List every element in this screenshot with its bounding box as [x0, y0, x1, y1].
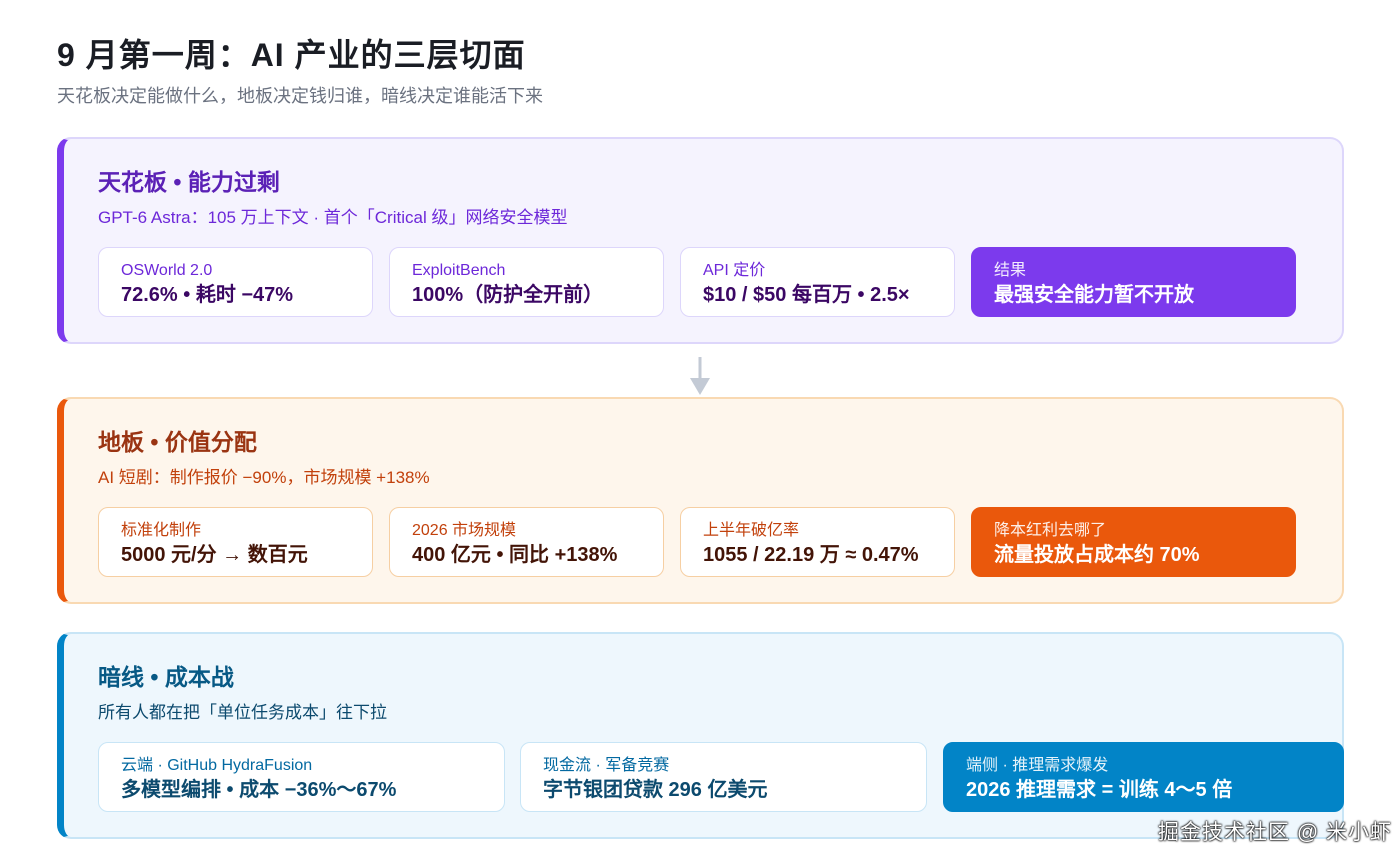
card-label: API 定价	[703, 262, 766, 279]
card-value: 1055 / 22.19 万 ≈ 0.47%	[703, 544, 919, 566]
floor-card-cost-dividend: 降本红利去哪了 流量投放占成本约 70%	[971, 507, 1296, 577]
ceiling-card-exploitbench: ExploitBench 100%（防护全开前）	[389, 247, 664, 317]
ceiling-card-api-pricing: API 定价 $10 / $50 每百万 • 2.5×	[680, 247, 955, 317]
floor-layer-title: 地板 • 价值分配	[98, 429, 257, 455]
floor-layer-subtitle: AI 短剧：制作报价 −90%，市场规模 +138%	[98, 468, 430, 487]
card-label: 标准化制作	[121, 522, 202, 539]
card-value: $10 / $50 每百万 • 2.5×	[703, 284, 910, 306]
card-value: 400 亿元 • 同比 +138%	[412, 544, 618, 566]
card-label: 端侧 · 推理需求爆发	[966, 757, 1109, 774]
card-value: 流量投放占成本约 70%	[994, 544, 1200, 566]
ceiling-layer-panel: 天花板 • 能力过剩 GPT-6 Astra：105 万上下文 · 首个「Cri…	[57, 137, 1344, 344]
page-subtitle: 天花板决定能做什么，地板决定钱归谁，暗线决定谁能活下来	[57, 86, 543, 106]
card-value: 多模型编排 • 成本 −36%～67%	[121, 779, 397, 801]
card-value: 2026 推理需求 = 训练 4～5 倍	[966, 779, 1233, 801]
floor-card-market-size: 2026 市场规模 400 亿元 • 同比 +138%	[389, 507, 664, 577]
ceiling-card-result: 结果 最强安全能力暂不开放	[971, 247, 1296, 317]
dark-card-cloud: 云端 · GitHub HydraFusion 多模型编排 • 成本 −36%～…	[98, 742, 505, 812]
card-label: ExploitBench	[412, 262, 506, 279]
card-value: 5000 元/分 → 数百元	[121, 544, 308, 566]
card-label: 结果	[994, 262, 1027, 279]
floor-card-hit-rate: 上半年破亿率 1055 / 22.19 万 ≈ 0.47%	[680, 507, 955, 577]
card-value: 72.6% • 耗时 −47%	[121, 284, 294, 306]
dark-card-cashflow: 现金流 · 军备竞赛 字节银团贷款 296 亿美元	[520, 742, 927, 812]
dark-line-layer-subtitle: 所有人都在把「单位任务成本」往下拉	[98, 703, 387, 722]
card-label: 云端 · GitHub HydraFusion	[121, 757, 313, 774]
card-label: 现金流 · 军备竞赛	[543, 757, 670, 774]
dark-line-layer-title: 暗线 • 成本战	[98, 664, 234, 690]
card-value: 100%（防护全开前）	[412, 284, 604, 306]
floor-layer-panel: 地板 • 价值分配 AI 短剧：制作报价 −90%，市场规模 +138% 标准化…	[57, 397, 1344, 604]
card-value: 字节银团贷款 296 亿美元	[543, 779, 768, 801]
arrow-down-icon	[690, 357, 710, 395]
dark-line-layer-panel: 暗线 • 成本战 所有人都在把「单位任务成本」往下拉 云端 · GitHub H…	[57, 632, 1344, 839]
floor-card-standardized-production: 标准化制作 5000 元/分 → 数百元	[98, 507, 373, 577]
card-label: 2026 市场规模	[412, 522, 517, 539]
page-title: 9 月第一周：AI 产业的三层切面	[57, 37, 526, 73]
card-label: OSWorld 2.0	[121, 262, 213, 279]
card-label: 上半年破亿率	[703, 522, 800, 539]
ceiling-layer-title: 天花板 • 能力过剩	[98, 169, 280, 195]
ceiling-card-osworld: OSWorld 2.0 72.6% • 耗时 −47%	[98, 247, 373, 317]
dark-card-edge-inference: 端侧 · 推理需求爆发 2026 推理需求 = 训练 4～5 倍	[943, 742, 1344, 812]
card-label: 降本红利去哪了	[994, 522, 1107, 539]
ceiling-layer-subtitle: GPT-6 Astra：105 万上下文 · 首个「Critical 级」网络安…	[98, 208, 568, 227]
watermark: 掘金技术社区 @ 米小虾	[1158, 821, 1392, 844]
card-value: 最强安全能力暂不开放	[994, 284, 1194, 306]
